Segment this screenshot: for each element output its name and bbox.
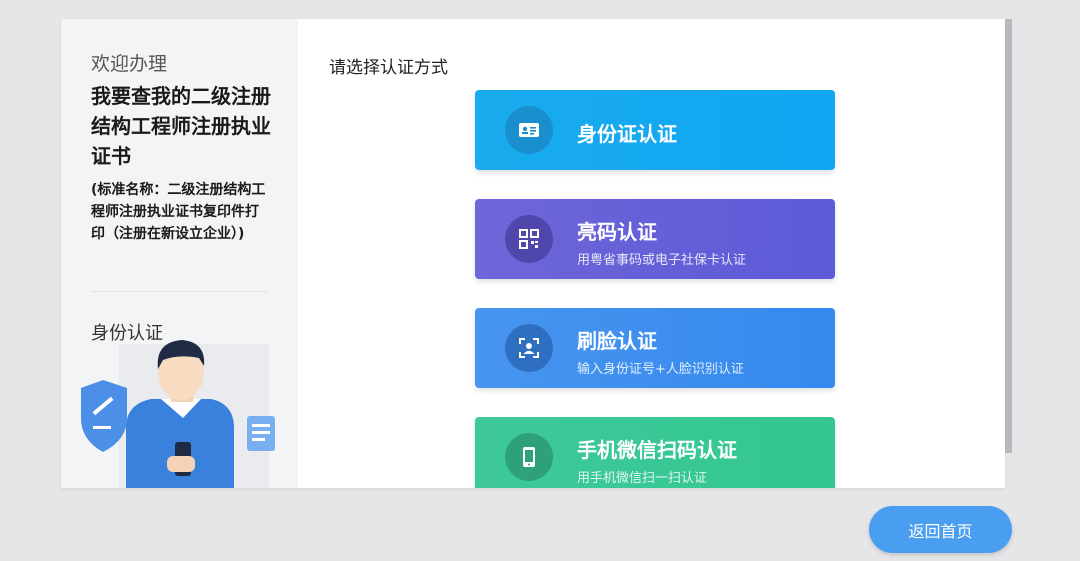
face-auth-label: 刷脸认证 (577, 329, 657, 353)
face-scan-icon (505, 324, 553, 372)
show-code-auth-label: 亮码认证 (577, 220, 657, 244)
mobile-phone-icon (505, 433, 553, 481)
person-illustration (81, 340, 275, 488)
wechat-scan-auth-label: 手机微信扫码认证 (577, 438, 737, 462)
scrollbar[interactable] (1005, 19, 1012, 453)
auth-prompt: 请选择认证方式 (329, 58, 448, 78)
show-code-auth-button[interactable]: 亮码认证 用粤省事码或电子社保卡认证 (475, 199, 835, 279)
show-code-auth-subtitle: 用粤省事码或电子社保卡认证 (577, 253, 747, 268)
face-auth-subtitle: 输入身份证号+人脸识别认证 (577, 362, 744, 377)
id-card-auth-label: 身份证认证 (577, 122, 677, 146)
back-home-button[interactable]: 返回首页 (869, 506, 1012, 553)
id-card-icon (505, 106, 553, 154)
service-title: 我要查我的二级注册结构工程师注册执业证书 (91, 84, 271, 168)
standard-name: (标准名称：二级注册结构工程师注册执业证书复印件打印（注册在新设立企业）) (91, 182, 266, 242)
qr-code-icon (505, 215, 553, 263)
content-card: 欢迎办理 我要查我的二级注册结构工程师注册执业证书 (标准名称：二级注册结构工程… (61, 19, 1005, 488)
welcome-text: 欢迎办理 (91, 53, 168, 75)
id-card-auth-button[interactable]: 身份证认证 (475, 90, 835, 170)
wechat-scan-auth-subtitle: 用手机微信扫一扫认证 (577, 471, 708, 486)
wechat-scan-auth-button[interactable]: 手机微信扫码认证 用手机微信扫一扫认证 (475, 417, 835, 488)
sidebar: 欢迎办理 我要查我的二级注册结构工程师注册执业证书 (标准名称：二级注册结构工程… (61, 19, 298, 488)
sidebar-divider (91, 291, 268, 292)
face-auth-button[interactable]: 刷脸认证 输入身份证号+人脸识别认证 (475, 308, 835, 388)
